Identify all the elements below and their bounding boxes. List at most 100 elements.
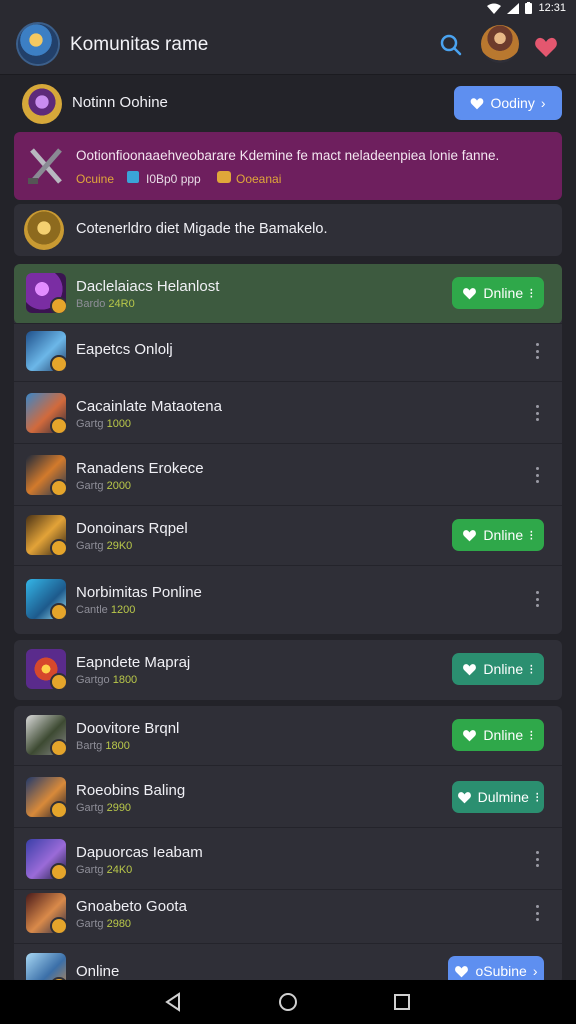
player-stat-label: Bardo: [76, 298, 106, 310]
system-nav-bar: [0, 980, 576, 1024]
more-options-icon[interactable]: [534, 591, 540, 607]
player-stat-value: 2990: [106, 802, 132, 814]
player-row[interactable]: Cacainlate Mataotena Gartg 1000: [14, 384, 562, 444]
player-row[interactable]: Dapuorcas Ieabam Gartg 24K0: [14, 830, 562, 890]
player-name: Roeobins Baling: [76, 782, 186, 799]
player-stat-label: Gartg: [76, 540, 104, 552]
row-divider: [14, 565, 562, 566]
online-status-button[interactable]: Dulmine ⁝: [452, 781, 544, 813]
heart-icon: [457, 791, 471, 803]
player-row[interactable]: Eapndete Mapraj Gartgo 1800 Dnline ⁝: [14, 640, 562, 698]
row-divider: [14, 443, 562, 444]
player-stat: Cantle 1200: [76, 604, 135, 616]
rank-badge-icon: [50, 479, 66, 495]
player-name: Cacainlate Mataotena: [76, 398, 222, 415]
chevron-right-icon: ›: [540, 95, 546, 111]
notice-row[interactable]: Cotenerldro diet Migade the Bamakelo.: [14, 204, 562, 256]
chevron-right-icon: ⁝: [534, 788, 540, 805]
more-options-icon[interactable]: [534, 851, 540, 867]
player-stat-label: Gartg: [76, 480, 104, 492]
player-stat-label: Gartg: [76, 802, 104, 814]
profile-action-label: Oodiny: [490, 95, 535, 111]
clock: 12:31: [538, 2, 566, 14]
heart-icon: [463, 663, 477, 675]
rank-badge-icon: [50, 355, 66, 371]
player-row[interactable]: Ranadens Erokece Gartg 2000: [14, 446, 562, 506]
player-stat-label: Gartg: [76, 418, 104, 430]
profile-row[interactable]: Notinn Oohine Oodiny ›: [14, 78, 562, 128]
user-avatar[interactable]: [481, 25, 519, 63]
search-icon[interactable]: [439, 33, 463, 57]
player-row[interactable]: Roeobins Baling Gartg 2990 Dulmine ⁝: [14, 768, 562, 828]
rank-badge-icon: [50, 673, 66, 689]
online-status-label: Dnline: [483, 285, 524, 301]
rank-badge-icon: [50, 917, 66, 933]
online-status-button[interactable]: Dnline ⁝: [452, 519, 544, 551]
crossed-swords-icon: [28, 148, 62, 184]
heart-icon: [463, 529, 477, 541]
heart-icon: [463, 287, 477, 299]
player-avatar: [26, 715, 66, 755]
player-row[interactable]: Donoinars Rqpel Gartg 29K0 Dnline ⁝: [14, 506, 562, 566]
heart-icon[interactable]: [534, 36, 558, 58]
banner-text: Ootionfioonaaehveobarare Kdemine fe mact…: [76, 148, 500, 163]
rank-badge-icon: [50, 539, 66, 555]
signal-icon: [507, 2, 520, 14]
player-stat-value: 1000: [106, 418, 132, 430]
chevron-right-icon: ⁝: [529, 726, 534, 743]
promo-banner[interactable]: Ootionfioonaaehveobarare Kdemine fe mact…: [14, 132, 562, 200]
chevron-right-icon: ⁝: [529, 660, 534, 677]
player-name: Doovitore Brqnl: [76, 720, 180, 737]
heart-icon: [455, 965, 469, 977]
player-name: Norbimitas Ponline: [76, 584, 202, 601]
info-badge-icon: [127, 171, 139, 183]
player-name: Donoinars Rqpel: [76, 520, 188, 537]
player-avatar: [26, 777, 66, 817]
player-stat: Gartgo 1800: [76, 674, 137, 686]
player-stat-value: 2980: [106, 918, 132, 930]
more-options-icon[interactable]: [534, 405, 540, 421]
more-options-icon[interactable]: [534, 905, 540, 921]
player-name: Daclelaiacs Helanlost: [76, 278, 220, 295]
player-stat-value: 24R0: [108, 298, 135, 310]
player-row[interactable]: Daclelaiacs Helanlost Bardo 24R0 Dnline ⁝: [14, 264, 562, 324]
player-row[interactable]: Norbimitas Ponline Cantle 1200: [14, 570, 562, 628]
online-status-label: Dulmine: [477, 789, 529, 805]
back-icon[interactable]: [161, 990, 185, 1014]
row-divider: [14, 381, 562, 382]
more-options-icon[interactable]: [534, 343, 540, 359]
player-stat: Gartg 29K0: [76, 540, 132, 552]
recents-icon[interactable]: [390, 990, 414, 1014]
banner-meta-middle: I0Bp0 ppp: [146, 172, 201, 186]
app-logo: [18, 24, 58, 64]
more-options-icon[interactable]: [534, 467, 540, 483]
player-stat-value: 2000: [106, 480, 132, 492]
notice-text: Cotenerldro diet Migade the Bamakelo.: [76, 221, 328, 237]
home-icon[interactable]: [276, 990, 300, 1014]
chevron-right-icon: ⁝: [529, 284, 534, 301]
rank-badge-icon: [50, 863, 66, 879]
player-stat-value: 29K0: [106, 540, 133, 552]
row-divider: [14, 827, 562, 828]
online-status-label: Dnline: [483, 661, 524, 677]
player-stat-label: Gartgo: [76, 674, 110, 686]
online-status-button[interactable]: Dnline ⁝: [452, 719, 544, 751]
rank-badge-icon: [50, 297, 66, 313]
player-stat: Gartg 2000: [76, 480, 131, 492]
player-avatar: [26, 455, 66, 495]
player-name: Dapuorcas Ieabam: [76, 844, 203, 861]
player-row[interactable]: Eapetcs Onlolj: [14, 322, 562, 382]
player-stat-label: Gartg: [76, 864, 104, 876]
player-stat-label: Gartg: [76, 918, 104, 930]
heart-icon: [471, 97, 484, 109]
player-avatar: [26, 393, 66, 433]
profile-action-button[interactable]: Oodiny ›: [454, 86, 562, 120]
player-row[interactable]: Online oSubine ›: [14, 944, 562, 993]
player-row[interactable]: Doovitore Brqnl Bartg 1800 Dnline ⁝: [14, 706, 562, 766]
online-status-button[interactable]: Dnline ⁝: [452, 653, 544, 685]
online-status-button[interactable]: Dnline ⁝: [452, 277, 544, 309]
player-avatar: [26, 649, 66, 689]
player-avatar: [26, 331, 66, 371]
player-row[interactable]: Gnoabeto Goota Gartg 2980: [14, 884, 562, 944]
player-name: Eapetcs Onlolj: [76, 341, 173, 358]
